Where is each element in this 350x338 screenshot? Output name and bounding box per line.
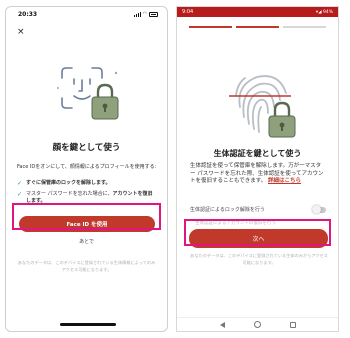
ios-status-icons: ◠ bbox=[133, 10, 158, 17]
later-link[interactable]: あとで bbox=[6, 238, 167, 245]
home-indicator bbox=[60, 323, 116, 326]
use-face-id-button[interactable]: Face ID を使用 bbox=[19, 216, 155, 232]
benefit-item-unlock: ✓ すぐに保管庫のロックを解除します。 bbox=[17, 180, 157, 187]
android-status-icons: ▾◢ 94% bbox=[315, 9, 333, 15]
next-button[interactable]: 次へ bbox=[189, 229, 328, 248]
battery-icon bbox=[149, 11, 158, 17]
biometric-unlock-row: 生体認証によるロック解除を行う bbox=[190, 205, 326, 214]
close-icon[interactable]: × bbox=[17, 28, 25, 37]
android-nav-bar bbox=[177, 317, 338, 331]
android-clock: 9:04 bbox=[182, 9, 194, 15]
step-progress bbox=[189, 26, 326, 28]
progress-step bbox=[283, 26, 326, 28]
biometric-description: 生体認証を使って保管庫を解除します。万が一マスター パスワードを忘れた際、生体認… bbox=[190, 163, 326, 186]
benefit-text: マスター パスワードを忘れた場合に、 bbox=[26, 191, 113, 197]
toggle-label: 生体認証によるロック解除を行う bbox=[190, 207, 265, 213]
progress-step bbox=[236, 26, 279, 28]
checkmark-icon: ✓ bbox=[17, 191, 23, 198]
ios-phone-screen: 20:33 ◠ × 顔を鍵として使う Face IDをオンにして、顔情報によるプ… bbox=[5, 6, 168, 332]
privacy-footer: あなたのデータは、このデバイスに登録されている生体情報によってのみアクセス可能に… bbox=[17, 260, 156, 272]
details-link[interactable]: 詳細はこちら bbox=[268, 178, 301, 184]
progress-step bbox=[189, 26, 232, 28]
face-id-description: Face IDをオンにして、顔情報によるプロフィールを使用する: bbox=[17, 164, 157, 170]
privacy-footer: あなたのデータは、このデバイスに登録されている生体のみからアクセス可能になります… bbox=[190, 253, 328, 265]
fingerprint-lock-illustration bbox=[229, 75, 296, 138]
biometric-description-text: 生体認証を使って保管庫を解除します。万が一マスター パスワードを忘れた際、生体認… bbox=[190, 163, 324, 184]
obscured-option-text: 生体認証によるアカウントの復旧を行う bbox=[195, 221, 276, 226]
benefit-item-recovery: ✓ マスター パスワードを忘れた場合に、アカウントを復旧します。 bbox=[17, 191, 157, 205]
recent-apps-icon[interactable] bbox=[289, 321, 296, 328]
biometric-unlock-toggle[interactable] bbox=[312, 205, 326, 214]
back-icon[interactable] bbox=[219, 321, 225, 328]
android-phone-screen: 9:04 ▾◢ 94% 生体認証を鍵として使う 生体認証を使って保管庫を解除しま… bbox=[176, 6, 339, 332]
ios-status-bar: 20:33 ◠ bbox=[6, 7, 167, 21]
page-title: 生体認証を鍵として使う bbox=[213, 149, 302, 158]
page-title: 顔を鍵として使う bbox=[52, 143, 121, 153]
toggle-knob bbox=[312, 205, 321, 214]
ios-clock: 20:33 bbox=[18, 10, 38, 18]
face-id-lock-illustration bbox=[57, 67, 119, 120]
wifi-icon: ◠ bbox=[142, 10, 147, 17]
android-status-bar: 9:04 ▾◢ 94% bbox=[177, 7, 338, 17]
signal-icon bbox=[133, 11, 141, 17]
benefit-bold-text: すぐに保管庫のロックを解除します。 bbox=[26, 180, 111, 186]
checkmark-icon: ✓ bbox=[17, 180, 23, 187]
home-icon[interactable] bbox=[253, 321, 261, 328]
